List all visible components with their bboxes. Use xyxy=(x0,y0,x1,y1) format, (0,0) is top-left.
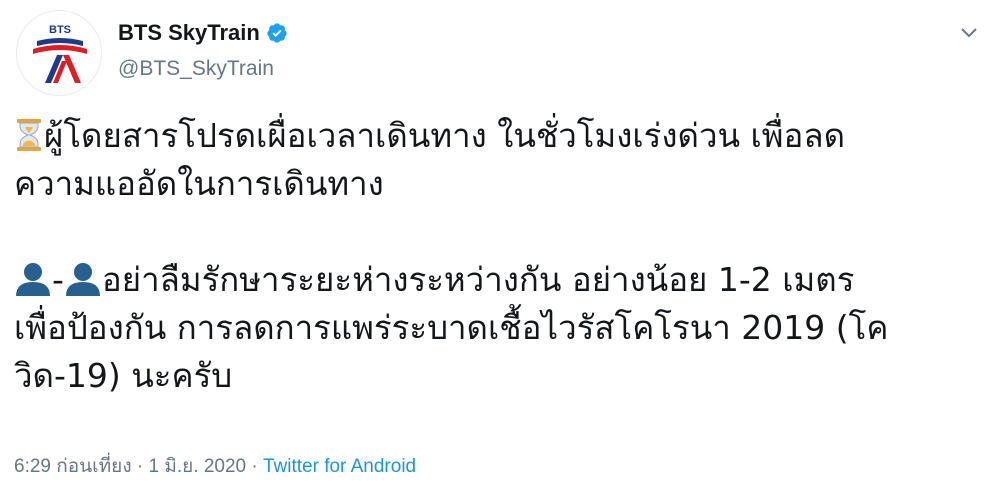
tweet-metadata: 6:29 ก่อนเที่ยง · 1 มิ.ย. 2020 · Twitter… xyxy=(14,451,416,481)
tweet-line-text: อย่าลืมรักษาระยะห่างระหว่างกัน อย่างน้อย… xyxy=(101,260,855,299)
tweet-source-link[interactable]: Twitter for Android xyxy=(263,456,416,477)
verified-badge-icon xyxy=(267,23,287,43)
person-silhouette-icon xyxy=(16,263,50,296)
tweet-separator: - xyxy=(52,260,64,299)
tweet-line-text: เพื่อป้องกัน การลดการแพร่ระบาดเชื้อไวรัส… xyxy=(14,308,889,347)
tweet-time[interactable]: 6:29 ก่อนเที่ยง xyxy=(14,456,132,477)
hourglass-icon xyxy=(17,119,41,151)
account-handle[interactable]: @BTS_SkyTrain xyxy=(118,57,274,81)
tweet-line: ผู้โดยสารโปรดเผื่อเวลาเดินทาง ในชั่วโมงเ… xyxy=(14,112,980,160)
avatar-logo-text: BTS xyxy=(49,24,71,36)
tweet-line: เพื่อป้องกัน การลดการแพร่ระบาดเชื้อไวรัส… xyxy=(14,304,980,352)
tweet-line-text: วิด-19) นะครับ xyxy=(14,356,233,395)
tweet-line-text: ความแออัดในการเดินทาง xyxy=(14,164,384,203)
tweet-text: ผู้โดยสารโปรดเผื่อเวลาเดินทาง ในชั่วโมงเ… xyxy=(14,112,980,400)
tweet-line: - อย่าลืมรักษาระยะห่างระหว่างกัน อย่างน้… xyxy=(14,256,980,304)
tweet-line-text: ผู้โดยสารโปรดเผื่อเวลาเดินทาง ในชั่วโมงเ… xyxy=(44,116,846,155)
chevron-down-icon[interactable] xyxy=(960,26,978,38)
account-name-row[interactable]: BTS SkyTrain xyxy=(118,20,288,46)
tweet-date[interactable]: 1 มิ.ย. 2020 xyxy=(148,456,246,477)
person-silhouette-icon xyxy=(65,263,100,296)
display-name[interactable]: BTS SkyTrain xyxy=(118,20,260,46)
meta-separator: · xyxy=(131,456,149,477)
avatar[interactable]: BTS xyxy=(16,10,102,96)
bts-logo-icon: BTS xyxy=(33,24,87,83)
meta-separator: · xyxy=(246,456,263,477)
tweet-line: วิด-19) นะครับ xyxy=(14,352,980,400)
tweet-line: ความแออัดในการเดินทาง xyxy=(14,160,980,208)
